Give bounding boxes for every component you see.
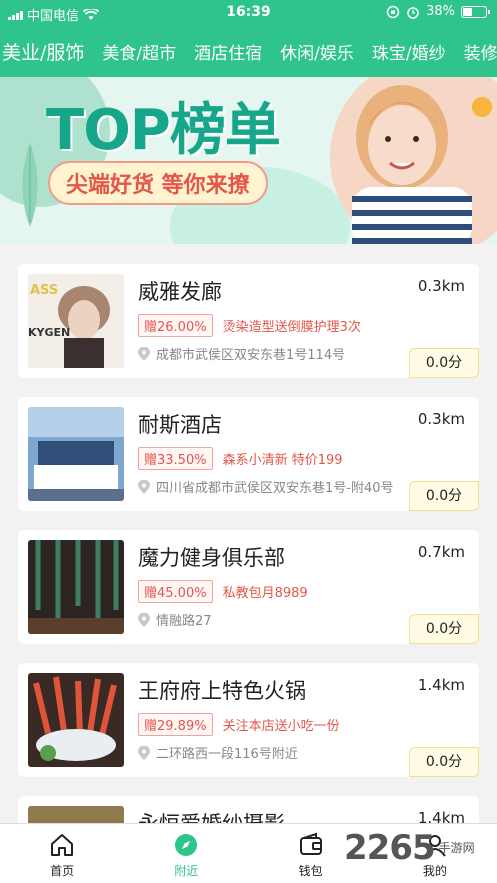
shop-address: 二环路西一段116号附近 [156,747,298,762]
rotation-lock-icon [386,5,400,18]
compass-icon [175,834,198,856]
shop-name: 魔力健身俱乐部 [138,546,285,570]
tab-home[interactable]: 首页 [0,824,124,883]
shop-score: 0.0分 [409,481,479,511]
shop-name: 威雅发廊 [138,280,222,304]
address-row: 情融路27 [138,610,212,629]
shop-score: 0.0分 [409,747,479,777]
gift-row: 赠29.89% 关注本店送小吃一份 [138,713,340,736]
tab-label: 附近 [174,864,199,878]
wallet-icon [299,832,322,855]
promo-text: 关注本店送小吃一份 [222,719,340,734]
gift-row: 赠33.50% 森系小清新 特价199 [138,447,343,470]
shop-score: 0.0分 [409,614,479,644]
category-tab[interactable]: 美食/超市 [93,39,185,64]
shop-address: 成都市武侯区双安东巷1号114号 [156,348,346,363]
svg-text:KYGEN: KYGEN [28,326,70,339]
shop-address: 四川省成都市武侯区双安东巷1号-附40号 [156,481,394,496]
tab-label: 钱包 [298,864,323,878]
battery-icon [461,5,490,18]
shop-distance: 0.7km [417,543,465,561]
gift-badge: 赠45.00% [138,580,213,603]
alarm-icon [407,6,419,19]
location-pin-icon [138,346,150,361]
gift-badge: 赠29.89% [138,713,213,736]
shop-name: 王府府上特色火锅 [138,679,306,703]
gift-badge: 赠26.00% [138,314,213,337]
category-tab[interactable]: 休闲/娱乐 [271,39,363,64]
promo-text: 私教包月8989 [222,586,308,601]
model-photo [352,85,492,244]
category-tab[interactable]: 装修 [455,39,497,64]
banner-slogan: 尖端好货 等你来撩 [48,161,268,205]
shop-card[interactable]: ASS KYGEN 威雅发廊 0.3km 赠26.00% 烫染造型送倒膜护理3次 … [18,264,479,378]
top-list-banner[interactable]: TOP榜单 尖端好货 等你来撩 [0,77,497,244]
gift-badge: 赠33.50% [138,447,213,470]
category-tab[interactable]: 美业/服饰 [0,38,93,65]
address-row: 四川省成都市武侯区双安东巷1号-附40号 [138,477,394,496]
location-pin-icon [138,612,150,627]
category-tab[interactable]: 酒店住宿 [185,39,271,64]
banner-title: TOP榜单 [46,98,281,163]
watermark-number: 2265 [344,828,436,868]
shop-card[interactable]: 耐斯酒店 0.3km 赠33.50% 森系小清新 特价199 四川省成都市武侯区… [18,397,479,511]
shop-name: 耐斯酒店 [138,413,222,437]
category-tab[interactable]: 珠宝/婚纱 [363,39,455,64]
gift-row: 赠26.00% 烫染造型送倒膜护理3次 [138,314,361,337]
location-pin-icon [138,745,150,760]
tab-label: 首页 [50,864,75,878]
shop-card[interactable]: 王府府上特色火锅 1.4km 赠29.89% 关注本店送小吃一份 二环路西一段1… [18,663,479,777]
shop-card[interactable]: 魔力健身俱乐部 0.7km 赠45.00% 私教包月8989 情融路27 0.0… [18,530,479,644]
leaf-decoration [22,142,38,227]
watermark-site: 手游网 [438,840,475,855]
address-row: 二环路西一段116号附近 [138,743,298,762]
status-right: 38% [386,4,490,19]
shop-thumbnail: ASS KYGEN [28,274,124,368]
shop-thumbnail [28,407,124,501]
address-row: 成都市武侯区双安东巷1号114号 [138,344,345,363]
battery-percent: 38% [426,4,455,19]
shop-score: 0.0分 [409,348,479,378]
gift-row: 赠45.00% 私教包月8989 [138,580,308,603]
category-tabs: 美业/服饰 美食/超市 酒店住宿 休闲/娱乐 珠宝/婚纱 装修 [0,36,497,66]
tab-nearby[interactable]: 附近 [124,824,248,883]
promo-text: 森系小清新 特价199 [222,453,343,468]
shop-distance: 0.3km [417,410,465,428]
shop-thumbnail [28,673,124,767]
home-icon [51,834,74,856]
status-bar: 中国电信 16:39 38% [0,0,497,26]
shop-distance: 0.3km [417,277,465,295]
shop-distance: 1.4km [417,676,465,694]
svg-text:ASS: ASS [30,283,58,298]
shop-address: 情融路27 [156,614,212,629]
top-header: 中国电信 16:39 38% 美业/服饰 美食/超市 酒店住宿 休闲/娱乐 珠宝… [0,0,497,77]
location-pin-icon [138,479,150,494]
shop-thumbnail [28,540,124,634]
promo-text: 烫染造型送倒膜护理3次 [222,320,361,335]
site-watermark: 2265 手游网 [344,828,475,868]
